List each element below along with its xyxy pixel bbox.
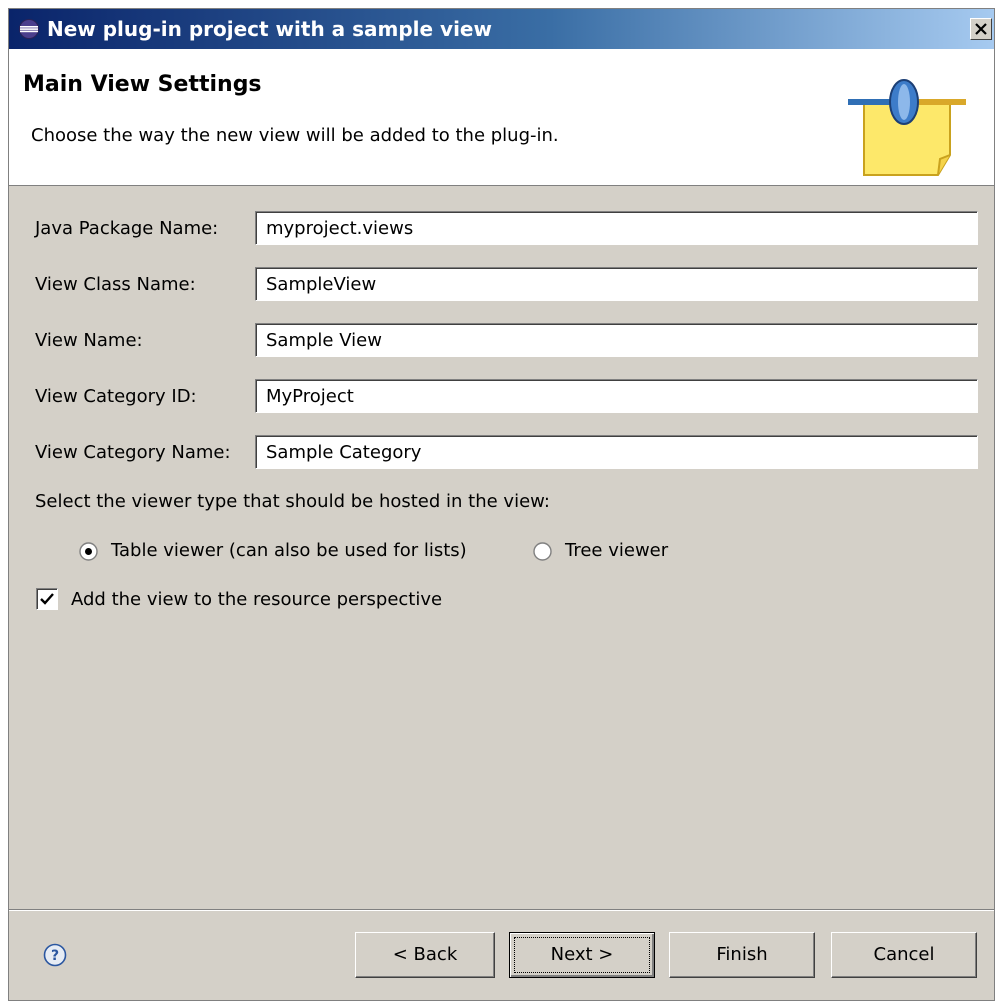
view-category-id-field[interactable]: MyProject [255,379,978,413]
java-package-name-label: Java Package Name: [35,218,219,239]
svg-text:?: ? [51,948,59,964]
finish-button[interactable]: Finish [669,932,815,978]
view-category-name-label: View Category Name: [35,442,231,463]
radio-unselected-icon [533,542,552,561]
next-button[interactable]: Next > [509,932,655,978]
viewer-type-prompt: Select the viewer type that should be ho… [35,491,550,512]
button-bar-separator [9,909,994,911]
add-to-perspective-checkbox[interactable] [36,588,58,610]
wizard-header: Main View Settings Choose the way the ne… [9,49,994,186]
table-viewer-label: Table viewer (can also be used for lists… [111,540,467,561]
page-title: Main View Settings [23,72,262,97]
add-to-perspective-label[interactable]: Add the view to the resource perspective [71,589,442,610]
page-description: Choose the way the new view will be adde… [31,125,559,146]
view-category-id-value: MyProject [266,386,354,407]
java-package-name-value: myproject.views [266,218,414,239]
eclipse-icon [19,19,39,39]
checkmark-icon [40,593,54,605]
close-icon [975,23,987,35]
cancel-button[interactable]: Cancel [831,932,977,978]
radio-selected-icon [79,542,98,561]
tree-viewer-label: Tree viewer [565,540,669,561]
close-button[interactable] [970,18,992,40]
back-button[interactable]: < Back [355,932,495,978]
plugin-connector-icon [848,79,966,176]
view-name-label: View Name: [35,330,143,351]
view-category-name-field[interactable]: Sample Category [255,435,978,469]
help-icon[interactable]: ? [43,943,67,967]
view-category-id-label: View Category ID: [35,386,197,407]
view-class-name-field[interactable]: SampleView [255,267,978,301]
table-viewer-radio[interactable]: Table viewer (can also be used for lists… [79,540,499,564]
view-class-name-value: SampleView [266,274,377,295]
tree-viewer-radio[interactable]: Tree viewer [533,540,693,564]
view-name-field[interactable]: Sample View [255,323,978,357]
window-title: New plug-in project with a sample view [47,17,492,41]
java-package-name-field[interactable]: myproject.views [255,211,978,245]
view-name-value: Sample View [266,330,382,351]
focus-ring [514,937,650,973]
view-category-name-value: Sample Category [266,442,422,463]
view-class-name-label: View Class Name: [35,274,196,295]
dialog-window: New plug-in project with a sample view M… [8,8,995,1001]
title-bar[interactable]: New plug-in project with a sample view [9,9,994,49]
